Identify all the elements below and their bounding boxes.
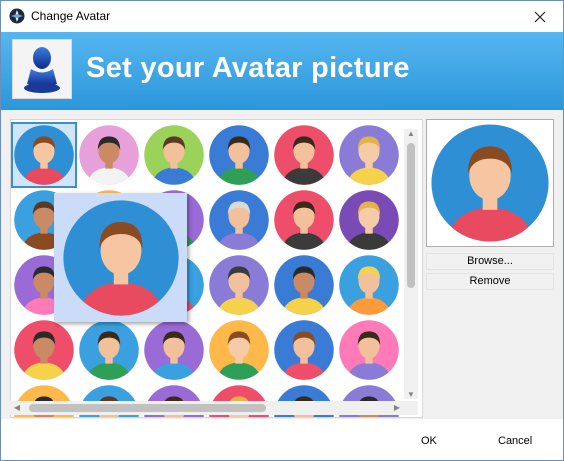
avatar-thumbnail[interactable] <box>338 319 400 381</box>
avatar-thumbnail[interactable] <box>273 254 335 316</box>
avatar-thumbnail[interactable] <box>13 319 75 381</box>
vertical-scroll-thumb[interactable] <box>407 143 415 288</box>
scroll-right-icon[interactable]: ▶ <box>390 403 404 412</box>
avatar-thumbnail[interactable] <box>273 319 335 381</box>
close-button[interactable] <box>517 1 563 32</box>
remove-button[interactable]: Remove <box>426 273 554 290</box>
avatar-thumbnail[interactable] <box>78 124 140 186</box>
avatar-thumbnail[interactable] <box>338 254 400 316</box>
avatar-hover-image <box>62 199 179 316</box>
avatar-thumbnail[interactable] <box>208 189 270 251</box>
avatar-preview-image <box>431 124 549 242</box>
horizontal-scrollbar[interactable]: ◀ ▶ <box>10 401 404 415</box>
close-icon <box>534 11 546 22</box>
avatar-thumbnail-selected[interactable] <box>11 122 77 188</box>
dialog-footer <box>1 419 563 460</box>
browse-button[interactable]: Browse... <box>426 253 554 270</box>
scroll-corner <box>404 401 418 415</box>
avatar-thumbnail[interactable] <box>273 124 335 186</box>
ok-button[interactable]: OK <box>421 435 437 447</box>
scroll-down-icon[interactable]: ▼ <box>404 390 418 399</box>
user-avatar-icon <box>12 39 72 99</box>
avatar-thumbnail[interactable] <box>78 319 140 381</box>
avatar-thumbnail[interactable] <box>273 189 335 251</box>
avatar-hover-preview <box>54 193 187 322</box>
avatar-thumbnail[interactable] <box>338 124 400 186</box>
scroll-left-icon[interactable]: ◀ <box>10 403 24 412</box>
vertical-scrollbar[interactable]: ▲ ▼ <box>404 129 418 399</box>
window-title: Change Avatar <box>31 9 111 23</box>
avatar-thumbnail[interactable] <box>338 189 400 251</box>
horizontal-scroll-thumb[interactable] <box>29 404 266 412</box>
avatar-thumbnail[interactable] <box>208 319 270 381</box>
header-title: Set your Avatar picture <box>86 52 410 84</box>
title-bar: Change Avatar <box>1 1 563 32</box>
change-avatar-dialog: Change Avatar Set your Avatar picture ▲ … <box>0 0 564 461</box>
avatar-thumbnail[interactable] <box>143 124 205 186</box>
avatar-thumbnail[interactable] <box>208 254 270 316</box>
avatar-preview <box>426 119 554 247</box>
avatar-thumbnail[interactable] <box>208 124 270 186</box>
scroll-up-icon[interactable]: ▲ <box>404 129 418 138</box>
avatar-thumbnail[interactable] <box>143 319 205 381</box>
app-logo-icon <box>9 8 25 24</box>
header-banner: Set your Avatar picture <box>1 32 563 110</box>
cancel-button[interactable]: Cancel <box>498 435 532 447</box>
